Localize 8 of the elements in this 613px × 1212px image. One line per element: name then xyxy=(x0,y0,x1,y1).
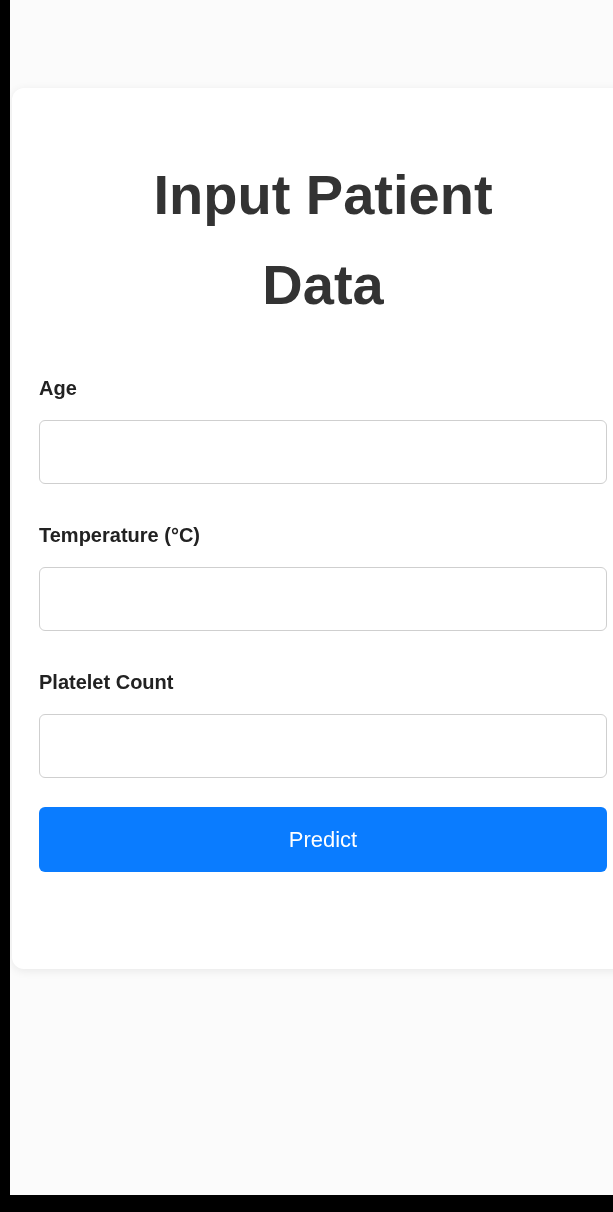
input-field[interactable] xyxy=(39,714,607,778)
predict-button[interactable]: Predict xyxy=(39,807,607,872)
field-label: Temperature (°C) xyxy=(39,523,200,547)
input-field[interactable] xyxy=(39,567,607,631)
input-field[interactable] xyxy=(39,420,607,484)
field-label: Platelet Count xyxy=(39,670,174,694)
field-label: Age xyxy=(39,376,77,400)
form-title: Input Patient Data xyxy=(152,162,494,318)
